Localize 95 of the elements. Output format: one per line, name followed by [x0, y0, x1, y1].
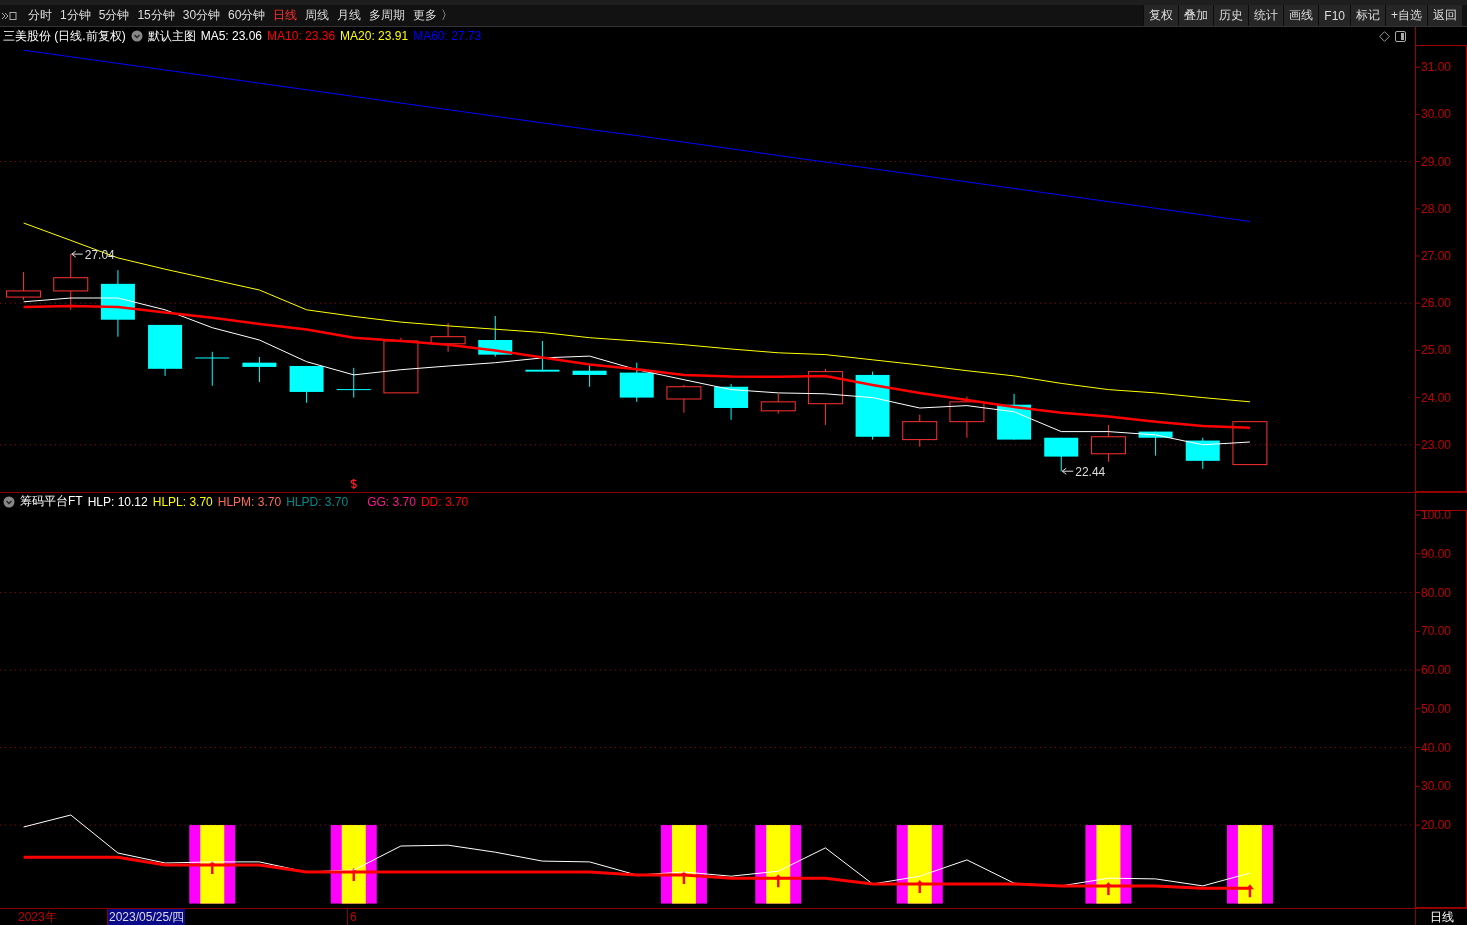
period-tab[interactable]: 5分钟: [94, 5, 134, 26]
leader-line: [71, 250, 84, 258]
leader-line: [1061, 467, 1074, 475]
candlestick: [242, 356, 277, 383]
candlestick: [760, 393, 796, 415]
axis-tick-label: 29.00: [1421, 154, 1452, 169]
axis-tick-label: 60.00: [1421, 663, 1452, 678]
axis-tick-label: 31.00: [1421, 60, 1452, 75]
axis-tick-label: 40.00: [1421, 740, 1452, 755]
toolbar-button[interactable]: 返回: [1427, 5, 1462, 26]
year-label: 2023年: [18, 910, 57, 924]
chart-subtitle[interactable]: 默认主图: [147, 27, 196, 45]
candlestick: [148, 324, 183, 377]
period-tab[interactable]: 日线: [269, 5, 302, 26]
axis-tick-label: 24.00: [1421, 390, 1452, 405]
period-tab[interactable]: 15分钟: [133, 5, 179, 26]
candlestick: [666, 384, 702, 414]
period-tab[interactable]: 分时: [24, 5, 56, 26]
axis-tick-label: 30.00: [1421, 779, 1452, 794]
up-arrow-icon: [774, 874, 783, 888]
period-tab[interactable]: 60分钟: [224, 5, 270, 26]
axis-tick-label: 27.00: [1421, 249, 1452, 263]
axis-tick-label: 70.00: [1421, 624, 1452, 639]
legend-value: GG: 3.70: [367, 494, 416, 509]
price-label: 27.04: [84, 248, 115, 263]
axis-tick-label: 23.00: [1421, 437, 1452, 452]
candlestick: [1232, 421, 1268, 466]
indicator-title[interactable]: 筹码平台FT: [20, 493, 83, 510]
axis-tick-label: 90.00: [1421, 546, 1452, 561]
axis-tick-label: 100.0: [1421, 510, 1452, 523]
axis-tick-label: 25.00: [1421, 343, 1452, 358]
period-tab[interactable]: 周线: [301, 5, 334, 26]
period-tab[interactable]: 1分钟: [56, 5, 95, 26]
toolbar-button[interactable]: 复权: [1143, 5, 1179, 26]
diamond-icon[interactable]: [1379, 30, 1390, 42]
legend-value: MA20: 23.91: [340, 29, 409, 43]
chevron-down-icon[interactable]: [3, 495, 15, 508]
legend-value: MA5: 23.06: [200, 29, 263, 43]
candlestick: [289, 365, 324, 404]
candlestick: [902, 414, 938, 448]
candlestick: [997, 393, 1032, 441]
candlestick: [1090, 424, 1126, 463]
legend-value: HLP: 10.12: [87, 494, 148, 509]
legend-value: HLPL: 3.70: [152, 494, 213, 509]
legend-value: MA60: 27.73: [413, 29, 482, 43]
period-label: 日线: [1429, 910, 1454, 924]
toolbar-button[interactable]: 叠加: [1178, 5, 1214, 26]
axis-tick-label: 80.00: [1421, 585, 1452, 600]
axis-tick-label: 26.00: [1421, 296, 1452, 311]
candlestick: [807, 368, 843, 426]
candlestick: [195, 351, 230, 387]
axis-tick-label: 28.00: [1421, 201, 1452, 216]
legend-value: HLPD: 3.70: [286, 494, 349, 509]
axis-tick-label: 20.00: [1421, 818, 1452, 833]
chevron-down-icon[interactable]: [130, 30, 143, 42]
candlestick: [525, 340, 560, 373]
candlestick: [383, 337, 419, 394]
chart-title: 三美股份 (日线.前复权): [3, 27, 126, 45]
up-arrow-icon: [1104, 881, 1113, 895]
panel-toggle-icon[interactable]: [1395, 30, 1406, 42]
legend-value: DD: 3.70: [420, 494, 469, 509]
toolbar-button[interactable]: 历史: [1213, 5, 1249, 26]
toolbar-button[interactable]: 画线: [1283, 5, 1319, 26]
price-label: 22.44: [1075, 465, 1106, 480]
up-arrow-icon: [679, 871, 688, 885]
period-tab[interactable]: 30分钟: [178, 5, 225, 26]
up-arrow-icon: [915, 879, 924, 893]
candlestick: [100, 269, 135, 338]
up-arrow-icon: [208, 861, 217, 874]
toolbar-button[interactable]: 统计: [1248, 5, 1284, 26]
candlestick: [619, 362, 654, 403]
axis-tick-label: 30.00: [1421, 107, 1452, 122]
month-label: 6: [350, 910, 357, 924]
candlestick: [855, 371, 890, 441]
candlestick: [336, 367, 371, 399]
toolbar-button[interactable]: 标记: [1350, 5, 1385, 26]
toolbar-button[interactable]: F10: [1318, 5, 1350, 26]
period-tab[interactable]: 多周期: [365, 5, 410, 26]
candlestick: [430, 322, 466, 353]
signal-marker-icon: [350, 478, 357, 490]
legend-value: MA10: 23.36: [267, 29, 336, 43]
period-tab[interactable]: 月线: [333, 5, 366, 26]
axis-tick-label: 50.00: [1421, 701, 1452, 716]
candlestick: [478, 315, 513, 358]
candlestick: [572, 363, 607, 388]
candlestick: [714, 383, 749, 421]
cursor-date-label: 2023/05/25/四: [108, 909, 186, 925]
candlestick: [1138, 431, 1173, 457]
candlestick: [1185, 437, 1220, 470]
candlestick: [6, 271, 42, 301]
candlestick: [949, 396, 985, 439]
toolbar-button[interactable]: +自选: [1385, 5, 1427, 26]
up-arrow-icon: [1245, 884, 1254, 898]
legend-value: HLPM: 3.70: [217, 494, 282, 509]
period-tab[interactable]: 更多 〉: [409, 5, 457, 26]
